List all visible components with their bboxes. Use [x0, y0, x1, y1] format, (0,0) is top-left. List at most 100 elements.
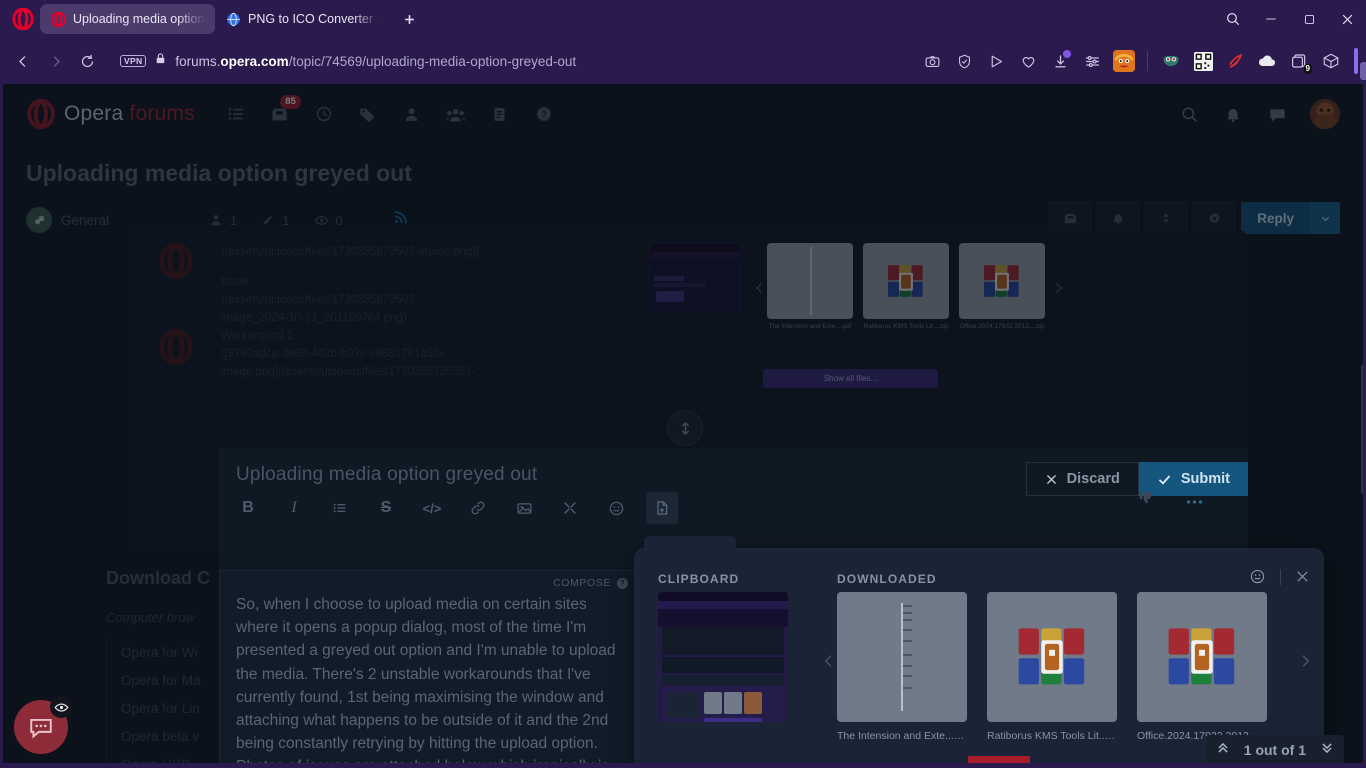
downloaded-file-item[interactable]: The Intension and Exte....pdf — [837, 592, 967, 742]
zip-thumbnail — [959, 243, 1045, 319]
address-bar: VPN forums.opera.com/topic/74569/uploadi… — [0, 38, 1366, 84]
list-icon[interactable] — [324, 492, 356, 524]
search-icon[interactable] — [1214, 0, 1252, 38]
close-icon[interactable] — [1328, 0, 1366, 38]
more-options-icon[interactable] — [1185, 492, 1204, 510]
topic-meta: General 1 1 0 Reply — [26, 202, 1340, 234]
action-inbox-button[interactable] — [1049, 202, 1092, 234]
downloaded-file-item[interactable]: Ratiborus KMS Tools Lit....zip — [987, 592, 1117, 742]
category-link[interactable]: General — [26, 207, 109, 233]
mask-extension-icon[interactable] — [1156, 46, 1186, 76]
chevron-left-icon[interactable] — [751, 279, 769, 297]
opera-menu-button[interactable] — [10, 6, 36, 32]
tool-separator — [1280, 568, 1281, 585]
qr-code-icon[interactable] — [1188, 46, 1218, 76]
camera-icon[interactable] — [917, 46, 947, 76]
winrar-icon — [1168, 628, 1235, 685]
stat-posters: 1 — [209, 213, 237, 228]
help-icon[interactable]: ? — [617, 577, 628, 589]
chevron-double-down-icon[interactable] — [1320, 741, 1334, 758]
file-name: The Intension and Exte....pdf — [837, 730, 967, 742]
action-watch-button[interactable] — [1097, 202, 1140, 234]
shield-icon[interactable] — [949, 46, 979, 76]
help-icon[interactable]: ? — [533, 103, 555, 125]
settings-sliders-icon[interactable] — [1077, 46, 1107, 76]
prev-arrow-button[interactable] — [820, 652, 838, 670]
minimize-icon[interactable] — [1252, 0, 1290, 38]
pen-nib-icon[interactable] — [1220, 46, 1250, 76]
forward-arrow-icon[interactable] — [40, 46, 70, 76]
tab-stack-icon[interactable]: 9 — [1284, 46, 1314, 76]
smiley-icon[interactable] — [1249, 568, 1266, 585]
discard-button[interactable]: Discard — [1025, 462, 1139, 496]
upload-file-icon[interactable] — [646, 492, 678, 524]
extension-avatar-icon[interactable] — [1109, 46, 1139, 76]
nested-show-all-files-button[interactable]: Show all files... — [763, 369, 938, 388]
bell-icon[interactable] — [1222, 103, 1244, 125]
thumbs-down-icon[interactable] — [1138, 490, 1155, 512]
maximize-icon[interactable] — [1290, 0, 1328, 38]
emoji-icon[interactable] — [600, 492, 632, 524]
forum-nav: 85 ? — [225, 95, 555, 125]
post-line: (/assets/uploads/files/1730385679603- — [221, 294, 419, 306]
bold-icon[interactable]: B — [232, 492, 264, 524]
browser-tab-0[interactable]: Uploading media option greyed out — [40, 4, 215, 34]
winrar-icon — [1018, 628, 1085, 685]
avatar-thumbnail — [1113, 50, 1135, 72]
nested-file-item: Office.2024.17932.2013....zip — [959, 243, 1045, 330]
chat-icon[interactable] — [1266, 103, 1288, 125]
italic-icon[interactable]: I — [278, 492, 310, 524]
reload-icon[interactable] — [72, 46, 102, 76]
tags-icon[interactable] — [357, 103, 379, 125]
pdf-thumbnail — [767, 243, 853, 319]
composer-editor[interactable]: COMPOSE ? So, when I choose to upload me… — [219, 570, 641, 768]
sidebar-edge-handle[interactable] — [1360, 62, 1366, 80]
code-icon[interactable]: </> — [416, 492, 448, 524]
user-icon[interactable] — [401, 103, 423, 125]
cloud-icon[interactable] — [1252, 46, 1282, 76]
clipboard-item[interactable] — [658, 592, 788, 722]
next-arrow-button[interactable] — [1296, 652, 1314, 670]
search-icon[interactable] — [1178, 103, 1200, 125]
vpn-badge[interactable]: VPN — [120, 54, 147, 68]
close-icon — [1046, 474, 1056, 484]
sidebar-toggle-strip[interactable] — [1354, 48, 1358, 74]
action-settings-button[interactable] — [1193, 202, 1236, 234]
action-sort-button[interactable] — [1145, 202, 1188, 234]
chevron-down-icon[interactable] — [1310, 202, 1340, 234]
dialog-notch — [644, 536, 736, 550]
link-icon[interactable] — [462, 492, 494, 524]
chevron-double-up-icon[interactable] — [1216, 741, 1230, 758]
winrar-icon — [984, 265, 1019, 297]
tab-title: Uploading media option greyed out — [73, 12, 205, 26]
forum-logo[interactable]: Opera forums — [26, 99, 195, 129]
image-icon[interactable] — [508, 492, 540, 524]
reply-button[interactable]: Reply — [1241, 202, 1310, 234]
play-icon[interactable] — [981, 46, 1011, 76]
new-tab-button[interactable] — [396, 6, 422, 32]
notes-icon[interactable] — [489, 103, 511, 125]
recent-clock-icon[interactable] — [313, 103, 335, 125]
expand-icon[interactable] — [554, 492, 586, 524]
back-arrow-icon[interactable] — [8, 46, 38, 76]
eye-icon[interactable] — [50, 696, 72, 718]
list-icon[interactable] — [225, 103, 247, 125]
chat-fab-button[interactable] — [14, 696, 72, 754]
close-icon[interactable] — [1295, 569, 1310, 584]
groups-icon[interactable] — [445, 103, 467, 125]
avatar[interactable] — [1310, 99, 1340, 129]
downloaded-file-item[interactable]: Office.2024.17932.2013....zip — [1137, 592, 1267, 742]
heart-icon[interactable] — [1013, 46, 1043, 76]
cube-icon[interactable] — [1316, 46, 1346, 76]
chevron-right-icon[interactable] — [1049, 279, 1067, 297]
strikethrough-icon[interactable]: S — [370, 492, 402, 524]
download-icon[interactable] — [1045, 46, 1075, 76]
inbox-icon[interactable]: 85 — [269, 95, 301, 125]
browser-tab-1[interactable]: PNG to ICO Converter - Fr — [215, 4, 390, 34]
scroll-indicator-badge[interactable] — [667, 410, 703, 446]
nested-file-item: Ratiborus KMS Tools Lit....zip — [863, 243, 949, 330]
composer-body-text[interactable]: So, when I choose to upload media on cer… — [220, 571, 640, 768]
tab-count-badge: 9 — [1303, 64, 1312, 74]
url-field[interactable]: VPN forums.opera.com/topic/74569/uploadi… — [110, 46, 915, 76]
rss-icon[interactable] — [393, 210, 408, 230]
